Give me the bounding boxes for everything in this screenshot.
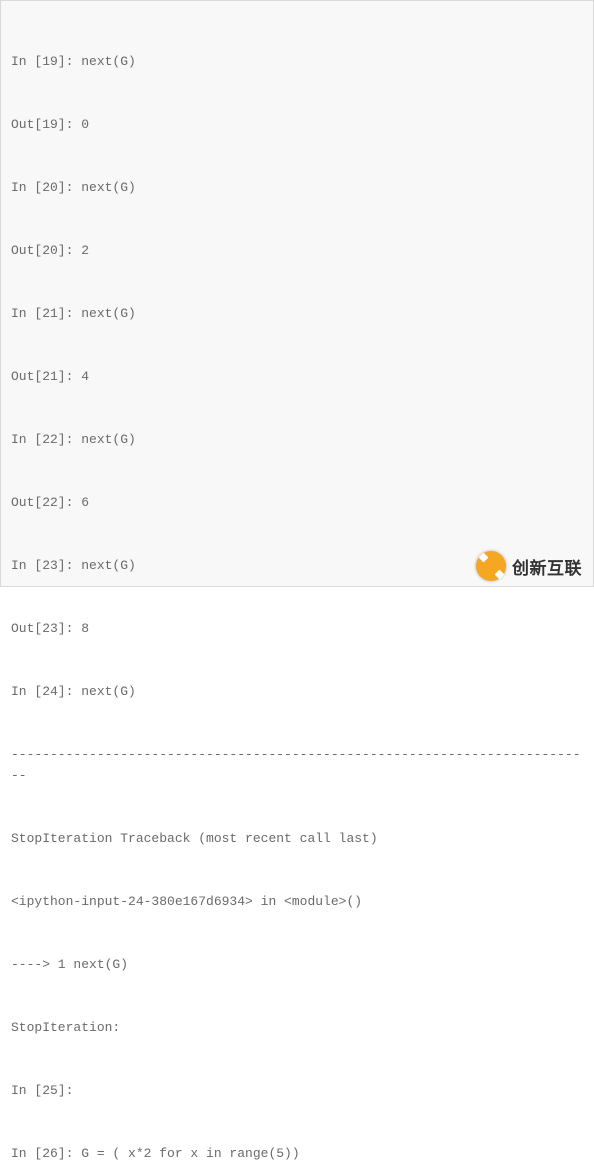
code-line: In [19]: next(G) xyxy=(11,51,583,72)
code-block: In [19]: next(G) Out[19]: 0 In [20]: nex… xyxy=(0,0,594,587)
code-line: Out[22]: 6 xyxy=(11,492,583,513)
code-line: In [26]: G = ( x*2 for x in range(5)) xyxy=(11,1143,583,1164)
code-line: In [21]: next(G) xyxy=(11,303,583,324)
watermark-logo-icon xyxy=(476,551,506,581)
code-line: Out[19]: 0 xyxy=(11,114,583,135)
code-line: In [20]: next(G) xyxy=(11,177,583,198)
code-line: <ipython-input-24-380e167d6934> in <modu… xyxy=(11,891,583,912)
code-line: In [25]: xyxy=(11,1080,583,1101)
code-line: Out[21]: 4 xyxy=(11,366,583,387)
watermark: 创新互联 xyxy=(476,551,582,581)
code-line: In [22]: next(G) xyxy=(11,429,583,450)
code-line: ----> 1 next(G) xyxy=(11,954,583,975)
code-line: Out[23]: 8 xyxy=(11,618,583,639)
code-line: StopIteration Traceback (most recent cal… xyxy=(11,828,583,849)
code-line: In [24]: next(G) xyxy=(11,681,583,702)
code-line: ----------------------------------------… xyxy=(11,744,583,786)
code-line: Out[20]: 2 xyxy=(11,240,583,261)
watermark-text: 创新互联 xyxy=(512,554,582,579)
code-line: StopIteration: xyxy=(11,1017,583,1038)
